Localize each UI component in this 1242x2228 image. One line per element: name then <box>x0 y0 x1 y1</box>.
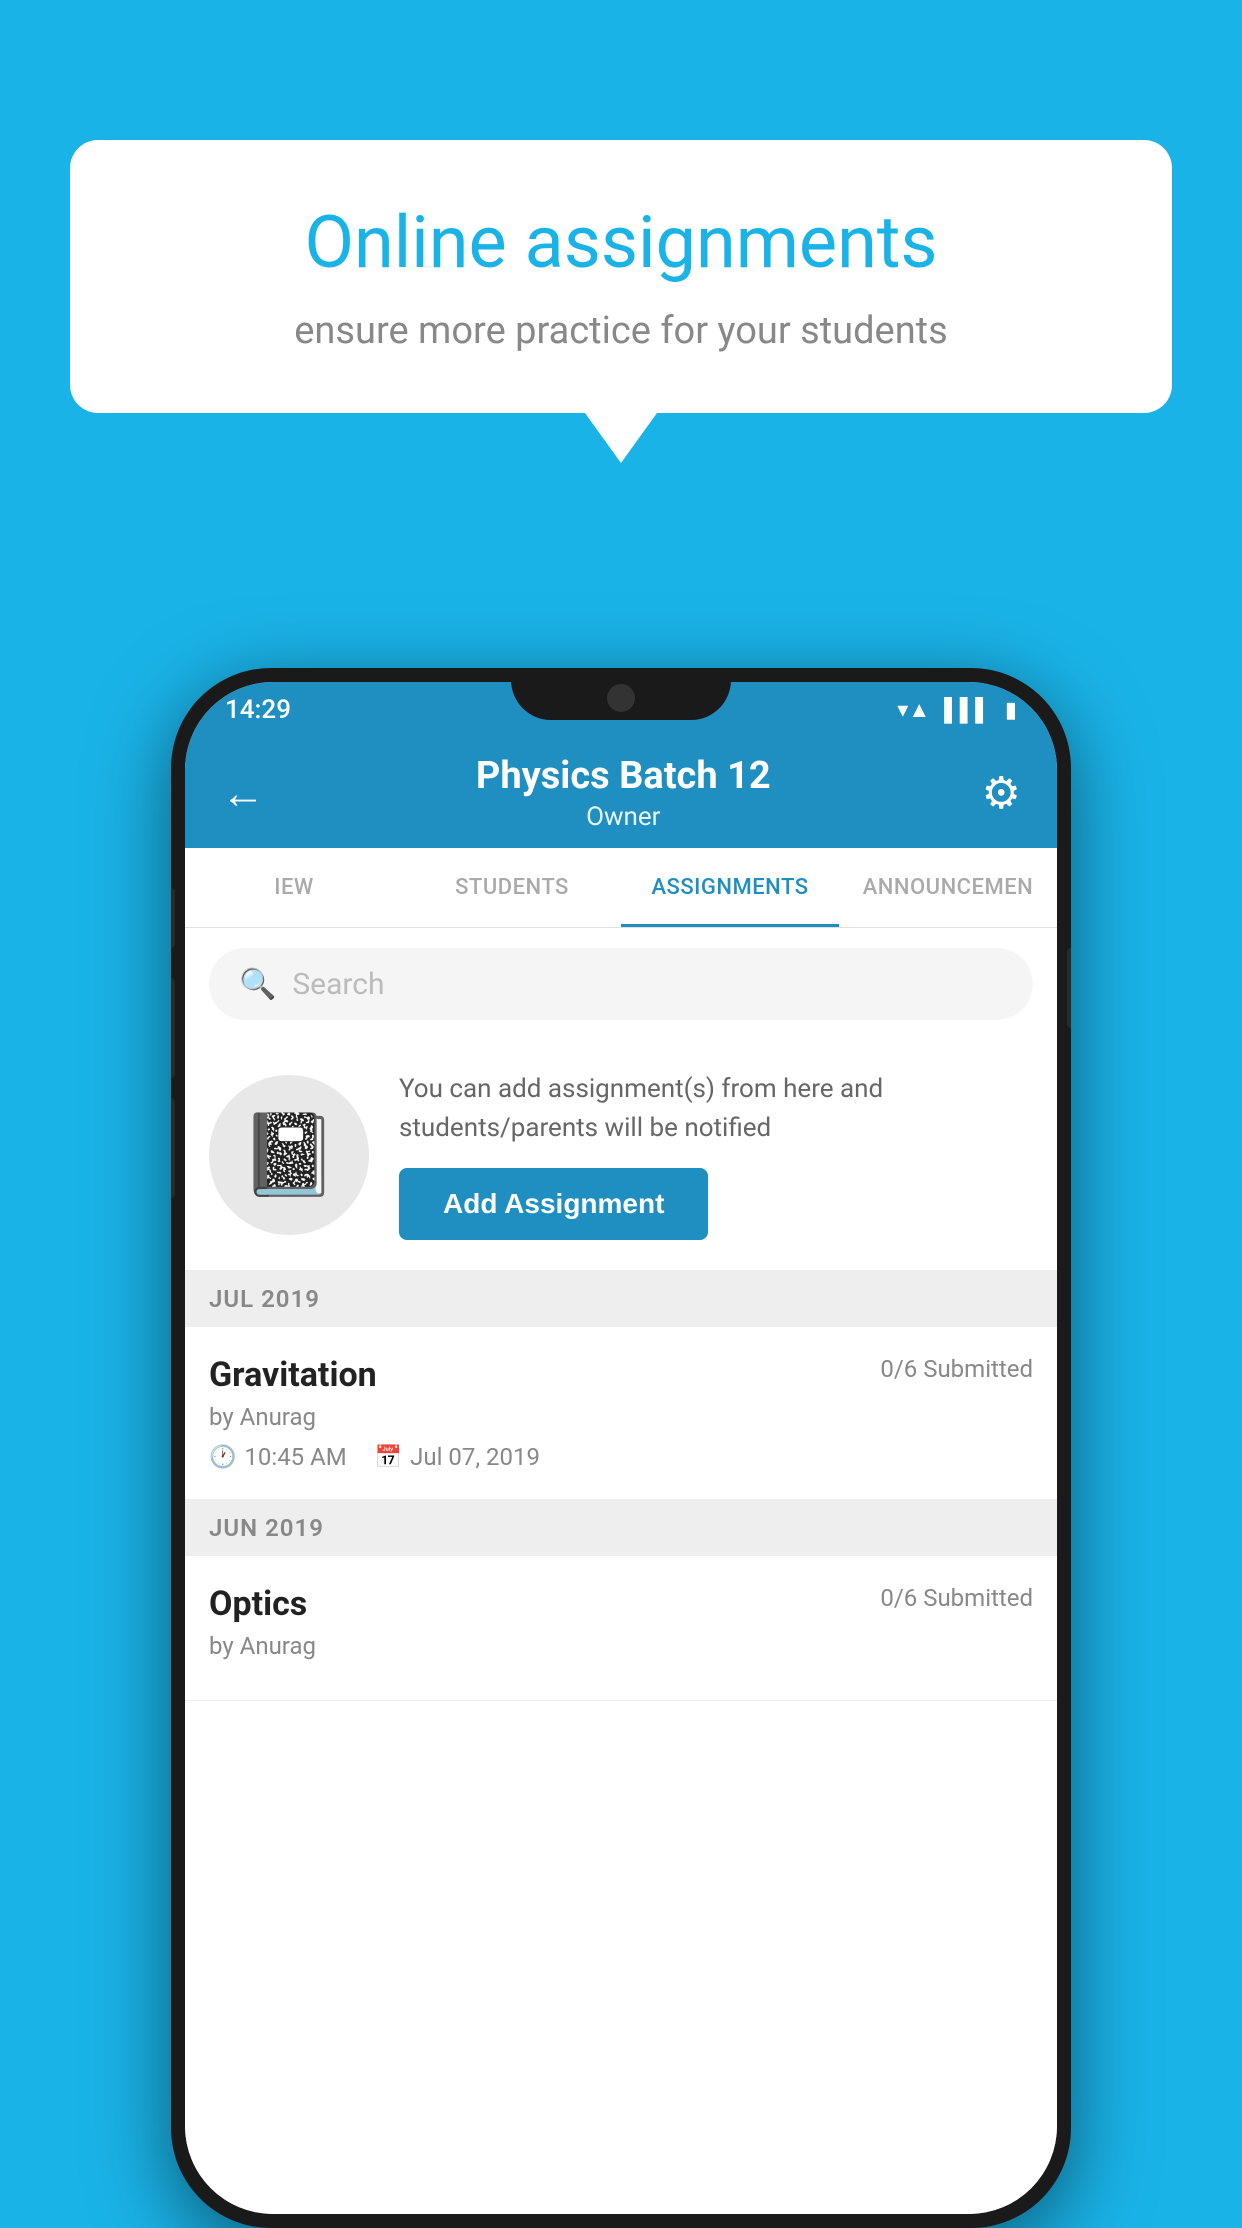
add-assignment-button[interactable]: Add Assignment <box>399 1168 708 1240</box>
assignment-submitted-gravitation: 0/6 Submitted <box>880 1355 1033 1383</box>
month-header-jun-label: JUN 2019 <box>209 1514 324 1542</box>
content-area[interactable]: 🔍 Search 📓 You can add assignment(s) fro… <box>185 928 1057 2214</box>
assignment-item-top: Gravitation 0/6 Submitted <box>209 1355 1033 1395</box>
assignment-meta-gravitation: 🕐 10:45 AM 📅 Jul 07, 2019 <box>209 1443 1033 1471</box>
phone-screen: 14:29 ▾▲ ▌▌▌ ▮ ← Physics Batch 12 Owner … <box>185 682 1057 2214</box>
battery-icon: ▮ <box>1005 698 1017 723</box>
tab-students-label: STUDENTS <box>455 875 569 900</box>
calendar-icon: 📅 <box>375 1445 402 1470</box>
search-placeholder: Search <box>292 967 384 1002</box>
add-assignment-right: You can add assignment(s) from here and … <box>399 1070 1033 1240</box>
phone-notch <box>511 668 731 720</box>
tab-iew[interactable]: IEW <box>185 848 403 927</box>
tab-iew-label: IEW <box>274 875 314 900</box>
signal-icon: ▌▌▌ <box>944 697 991 723</box>
info-card: Online assignments ensure more practice … <box>70 140 1172 413</box>
settings-icon[interactable]: ⚙ <box>982 767 1021 819</box>
phone-body: 14:29 ▾▲ ▌▌▌ ▮ ← Physics Batch 12 Owner … <box>171 668 1071 2228</box>
speech-bubble-arrow <box>585 413 657 463</box>
assignment-date-gravitation: 📅 Jul 07, 2019 <box>375 1443 540 1471</box>
assignment-time-gravitation: 🕐 10:45 AM <box>209 1443 347 1471</box>
assignment-submitted-optics: 0/6 Submitted <box>880 1584 1033 1612</box>
assignment-name-optics: Optics <box>209 1584 307 1624</box>
search-icon: 🔍 <box>239 967 276 1002</box>
info-card-container: Online assignments ensure more practice … <box>70 140 1172 463</box>
add-assignment-description: You can add assignment(s) from here and … <box>399 1070 1033 1148</box>
assignment-item-optics-top: Optics 0/6 Submitted <box>209 1584 1033 1624</box>
silent-button <box>171 1098 175 1198</box>
tab-assignments-label: ASSIGNMENTS <box>651 875 808 900</box>
status-icons: ▾▲ ▌▌▌ ▮ <box>897 697 1017 723</box>
phone-camera <box>607 684 635 712</box>
app-bar-title: Physics Batch 12 <box>476 754 771 798</box>
tab-assignments[interactable]: ASSIGNMENTS <box>621 848 839 927</box>
search-container: 🔍 Search <box>185 928 1057 1040</box>
app-bar-title-section: Physics Batch 12 Owner <box>476 754 771 832</box>
volume-down-button <box>171 978 175 1078</box>
tab-students[interactable]: STUDENTS <box>403 848 621 927</box>
power-button <box>1067 948 1071 1028</box>
app-bar-subtitle: Owner <box>476 802 771 832</box>
tab-bar: IEW STUDENTS ASSIGNMENTS ANNOUNCEMEN <box>185 848 1057 928</box>
volume-up-button <box>171 888 175 948</box>
search-bar[interactable]: 🔍 Search <box>209 948 1033 1020</box>
assignment-icon-circle: 📓 <box>209 1075 369 1235</box>
assignment-date-value: Jul 07, 2019 <box>410 1443 540 1471</box>
notebook-icon: 📓 <box>239 1108 339 1202</box>
info-card-title: Online assignments <box>150 200 1092 285</box>
assignment-by-gravitation: by Anurag <box>209 1403 1033 1431</box>
assignment-item-gravitation[interactable]: Gravitation 0/6 Submitted by Anurag 🕐 10… <box>185 1327 1057 1500</box>
month-header-jun: JUN 2019 <box>185 1500 1057 1556</box>
month-header-jul: JUL 2019 <box>185 1271 1057 1327</box>
app-bar: ← Physics Batch 12 Owner ⚙ <box>185 738 1057 848</box>
assignment-time-value: 10:45 AM <box>244 1443 346 1471</box>
tab-announcements-label: ANNOUNCEMEN <box>863 875 1034 900</box>
clock-icon: 🕐 <box>209 1445 236 1470</box>
tab-announcements[interactable]: ANNOUNCEMEN <box>839 848 1057 927</box>
month-header-jul-label: JUL 2019 <box>209 1285 320 1313</box>
assignment-item-optics[interactable]: Optics 0/6 Submitted by Anurag <box>185 1556 1057 1701</box>
status-time: 14:29 <box>225 695 291 725</box>
back-button[interactable]: ← <box>221 767 265 819</box>
phone-wrapper: 14:29 ▾▲ ▌▌▌ ▮ ← Physics Batch 12 Owner … <box>171 668 1071 2228</box>
info-card-subtitle: ensure more practice for your students <box>150 309 1092 353</box>
assignment-by-optics: by Anurag <box>209 1632 1033 1660</box>
wifi-icon: ▾▲ <box>897 697 930 723</box>
assignment-name-gravitation: Gravitation <box>209 1355 377 1395</box>
add-assignment-section: 📓 You can add assignment(s) from here an… <box>185 1040 1057 1271</box>
